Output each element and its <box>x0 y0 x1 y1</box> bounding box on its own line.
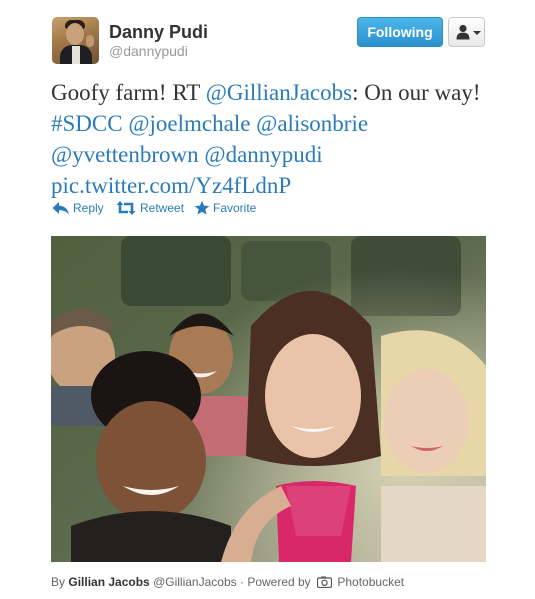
credit-author-handle[interactable]: @GillianJacobs <box>153 575 237 589</box>
tweet-text-segment: : On our way! <box>352 80 481 105</box>
avatar[interactable] <box>52 17 99 64</box>
tweet-entity-link[interactable]: #SDCC <box>51 111 123 136</box>
favorite-label: Favorite <box>213 201 257 215</box>
tweet-entity-link[interactable]: @yvettenbrown <box>51 142 199 167</box>
avatar-face <box>66 23 84 45</box>
user-handle[interactable]: @dannypudi <box>109 43 188 59</box>
user-actions-dropdown[interactable] <box>448 17 485 47</box>
avatar-shirt <box>72 46 80 64</box>
credit-by: By <box>51 575 66 589</box>
chevron-down-icon <box>473 31 481 35</box>
retweet-label: Retweet <box>140 201 185 215</box>
star-icon <box>194 200 210 215</box>
camera-icon <box>317 576 333 588</box>
credit-author-name[interactable]: Gillian Jacobs <box>68 575 149 589</box>
tweet-entity-link[interactable]: @alisonbrie <box>256 111 368 136</box>
reply-label: Reply <box>73 201 104 215</box>
credit-powered-by: · Powered by <box>239 575 311 589</box>
embedded-tweet: Danny Pudi @dannypudi Following Goofy fa… <box>0 0 535 599</box>
retweet-icon <box>116 201 136 215</box>
tweet-entity-link[interactable]: pic.twitter.com/Yz4fLdnP <box>51 173 291 198</box>
credit-service[interactable]: Photobucket <box>337 575 404 589</box>
user-fullname[interactable]: Danny Pudi <box>109 22 208 43</box>
following-button[interactable]: Following <box>357 17 443 47</box>
person-icon <box>456 24 470 40</box>
reply-arrow-icon <box>52 202 69 215</box>
selfie-photo-illustration <box>51 236 486 562</box>
photo-credit: By Gillian Jacobs @GillianJacobs · Power… <box>51 575 404 589</box>
tweet-entity-link[interactable]: @GillianJacobs <box>206 80 352 105</box>
tweet-text-segment: Goofy farm! RT <box>51 80 206 105</box>
tweet-entity-link[interactable]: @dannypudi <box>204 142 322 167</box>
tweet-text: Goofy farm! RT @GillianJacobs: On our wa… <box>51 77 501 201</box>
tweet-entity-link[interactable]: @joelmchale <box>128 111 250 136</box>
tweet-photo[interactable] <box>51 236 486 562</box>
avatar-thumbs-up <box>86 35 94 47</box>
